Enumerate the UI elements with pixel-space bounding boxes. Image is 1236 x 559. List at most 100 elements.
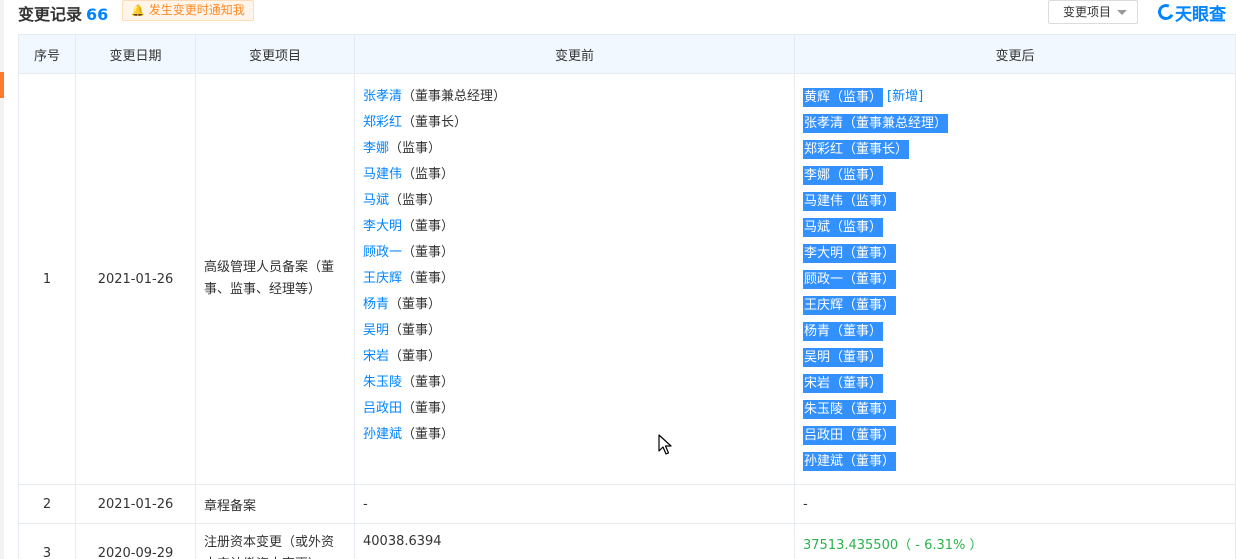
person-role: （董事兼总经理） xyxy=(402,89,507,104)
person-entry: 马建伟（监事） xyxy=(803,188,1227,214)
selected-text: 张孝清（董事兼总经理） xyxy=(803,113,949,133)
person-name-link[interactable]: 李大明 xyxy=(363,219,402,234)
person-name-link[interactable]: 杨青 xyxy=(363,297,389,312)
row-change-item: 高级管理人员备案（董事、监事、经理等） xyxy=(195,73,355,485)
person-text: 李娜（监事） xyxy=(363,140,441,158)
row-before-value: 40038.6394 xyxy=(354,523,795,559)
person-name-link[interactable]: 李娜 xyxy=(804,168,830,183)
person-name-link[interactable]: 郑彩红 xyxy=(363,115,402,130)
selected-text: 吕政田（董事） xyxy=(803,425,897,445)
tianyancha-logo: 天眼查 xyxy=(1155,0,1226,25)
table-row: 2 2021-01-26 章程备案 - - xyxy=(18,484,1236,524)
person-name-link[interactable]: 张孝清 xyxy=(804,116,843,131)
person-name-link[interactable]: 张孝清 xyxy=(363,89,402,104)
person-role: （董事） xyxy=(402,245,455,260)
person-entry: 郑彩红（董事长） xyxy=(803,136,1227,162)
person-role: （董事） xyxy=(402,401,455,416)
person-role: （监事） xyxy=(389,141,442,156)
person-name-link[interactable]: 马建伟 xyxy=(804,194,843,209)
person-entry: 黄辉（监事） [新增] xyxy=(803,84,1227,110)
person-name-link[interactable]: 吴明 xyxy=(804,350,830,365)
person-entry: 张孝清（董事兼总经理） xyxy=(363,84,786,110)
person-name-link[interactable]: 王庆辉 xyxy=(804,298,843,313)
person-text: 张孝清（董事兼总经理） xyxy=(363,88,506,106)
selected-text: 王庆辉（董事） xyxy=(803,295,897,315)
table-row: 3 2020-09-29 注册资本变更（或外资本实认缴资本变更） 40038.6… xyxy=(18,523,1236,559)
change-item-filter-dropdown[interactable]: 变更项目 xyxy=(1048,0,1138,24)
person-role: （董事） xyxy=(389,323,442,338)
person-entry: 宋岩（董事） xyxy=(363,344,786,370)
person-text: 李大明（董事） xyxy=(363,218,454,236)
person-name-link[interactable]: 顾政一 xyxy=(363,245,402,260)
person-role: （监事） xyxy=(402,167,455,182)
person-name-link[interactable]: 吕政田 xyxy=(363,401,402,416)
person-text: 马建伟（监事） xyxy=(363,166,454,184)
record-count: 66 xyxy=(86,5,109,24)
column-header-after: 变更后 xyxy=(794,34,1236,74)
person-role: （董事） xyxy=(843,401,896,417)
person-name-link[interactable]: 孙建斌 xyxy=(804,454,843,469)
person-name-link[interactable]: 马建伟 xyxy=(363,167,402,182)
bell-icon: 🔔 xyxy=(131,4,145,17)
row-after-value: - xyxy=(794,484,1236,524)
person-entry: 张孝清（董事兼总经理） xyxy=(803,110,1227,136)
person-role: （监事） xyxy=(843,193,896,209)
person-entry: 李娜（监事） xyxy=(363,136,786,162)
person-role: （董事） xyxy=(830,349,883,365)
active-nav-indicator xyxy=(0,72,4,98)
person-name-link[interactable]: 李娜 xyxy=(363,141,389,156)
person-name-link[interactable]: 黄辉 xyxy=(804,90,830,105)
person-name-link[interactable]: 王庆辉 xyxy=(363,271,402,286)
person-role: （董事长） xyxy=(402,115,468,130)
page-left-edge xyxy=(0,0,4,559)
person-entry: 吴明（董事） xyxy=(363,318,786,344)
person-name-link[interactable]: 马斌 xyxy=(363,193,389,208)
selected-text: 郑彩红（董事长） xyxy=(803,139,910,159)
person-entry: 吴明（董事） xyxy=(803,344,1227,370)
person-role: （董事） xyxy=(402,375,455,390)
section-title-text: 变更记录 xyxy=(18,5,83,24)
person-name-link[interactable]: 顾政一 xyxy=(804,272,843,287)
person-role: （董事） xyxy=(843,453,896,469)
selected-text: 马建伟（监事） xyxy=(803,191,897,211)
person-role: （董事） xyxy=(389,349,442,364)
row-change-item: 章程备案 xyxy=(195,484,355,524)
person-name-link[interactable]: 吕政田 xyxy=(804,428,843,443)
person-name-link[interactable]: 朱玉陵 xyxy=(363,375,402,390)
person-role: （监事） xyxy=(830,219,883,235)
person-name-link[interactable]: 宋岩 xyxy=(804,376,830,391)
column-header-item: 变更项目 xyxy=(195,34,355,74)
person-text: 王庆辉（董事） xyxy=(363,270,454,288)
person-entry: 李娜（监事） xyxy=(803,162,1227,188)
person-text: 顾政一（董事） xyxy=(363,244,454,262)
caret-down-icon xyxy=(1117,10,1127,15)
row-after-list: 黄辉（监事） [新增] 张孝清（董事兼总经理） 郑彩红（董事长） 李娜（监事） 马建伟（监… xyxy=(794,73,1236,485)
person-name-link[interactable]: 杨青 xyxy=(804,324,830,339)
person-name-link[interactable]: 马斌 xyxy=(804,220,830,235)
person-role: （董事） xyxy=(843,297,896,313)
person-text: 宋岩（董事） xyxy=(363,348,441,366)
person-role: （监事） xyxy=(830,89,883,105)
row-before-list: 张孝清（董事兼总经理） 郑彩红（董事长） 李娜（监事） 马建伟（监事） 马斌（监事） 李大… xyxy=(354,73,795,485)
person-entry: 杨青（董事） xyxy=(363,292,786,318)
person-name-link[interactable]: 宋岩 xyxy=(363,349,389,364)
row-index: 2 xyxy=(18,484,76,524)
person-name-link[interactable]: 朱玉陵 xyxy=(804,402,843,417)
person-text: 马斌（监事） xyxy=(363,192,441,210)
person-name-link[interactable]: 孙建斌 xyxy=(363,427,402,442)
selected-text: 朱玉陵（董事） xyxy=(803,399,897,419)
notify-me-button[interactable]: 🔔 发生变更时通知我 xyxy=(122,0,254,21)
person-name-link[interactable]: 吴明 xyxy=(363,323,389,338)
person-role: （董事） xyxy=(402,427,455,442)
person-name-link[interactable]: 郑彩红 xyxy=(804,142,843,157)
person-role: （董事） xyxy=(830,323,883,339)
row-date: 2020-09-29 xyxy=(75,523,196,559)
column-header-before: 变更前 xyxy=(354,34,795,74)
notify-me-label: 发生变更时通知我 xyxy=(148,3,245,17)
section-title: 变更记录 66 xyxy=(18,1,108,25)
person-entry: 宋岩（董事） xyxy=(803,370,1227,396)
selected-text: 马斌（监事） xyxy=(803,217,884,237)
selected-text: 黄辉（监事） xyxy=(803,87,884,107)
person-name-link[interactable]: 李大明 xyxy=(804,246,843,261)
person-role: （董事） xyxy=(843,245,896,261)
